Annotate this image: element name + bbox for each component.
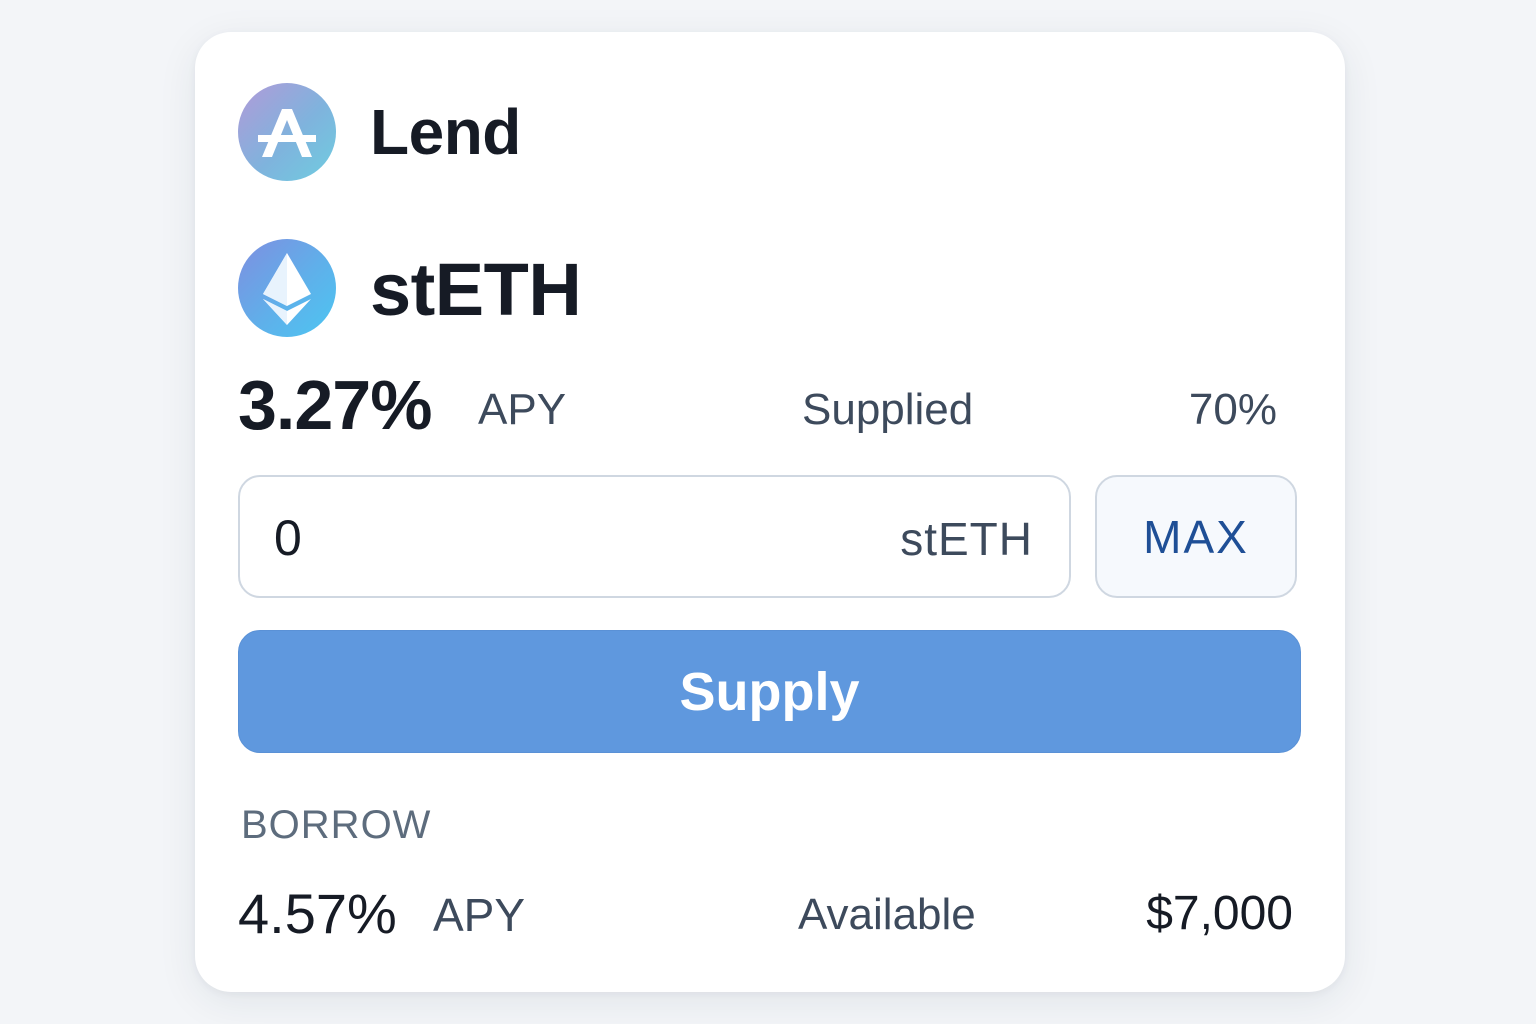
ethereum-glyph bbox=[263, 253, 311, 325]
amount-input[interactable] bbox=[274, 507, 834, 569]
supply-apy-label: APY bbox=[478, 385, 567, 434]
amount-field[interactable]: stETH bbox=[238, 475, 1071, 598]
available-label: Available bbox=[798, 890, 976, 939]
amount-unit-label: stETH bbox=[900, 513, 1033, 565]
asset-title: stETH bbox=[370, 248, 582, 331]
ethereum-icon bbox=[238, 239, 336, 337]
supply-button[interactable]: Supply bbox=[238, 630, 1301, 753]
lend-card: Lend stETH 3.27% APY Supplied 70% stETH … bbox=[195, 32, 1345, 992]
aave-logo-glyph bbox=[258, 109, 316, 157]
supply-apy-value: 3.27% bbox=[238, 366, 432, 444]
supplied-value: 70% bbox=[1188, 385, 1277, 434]
borrow-apy-value: 4.57% bbox=[238, 882, 397, 945]
aave-logo-icon bbox=[238, 83, 336, 181]
borrow-apy-label: APY bbox=[433, 889, 526, 941]
supplied-label: Supplied bbox=[802, 385, 974, 434]
borrow-section-heading: BORROW bbox=[241, 803, 432, 847]
app-title: Lend bbox=[370, 96, 521, 168]
available-value: $7,000 bbox=[1146, 887, 1293, 940]
max-button[interactable]: MAX bbox=[1095, 475, 1297, 598]
